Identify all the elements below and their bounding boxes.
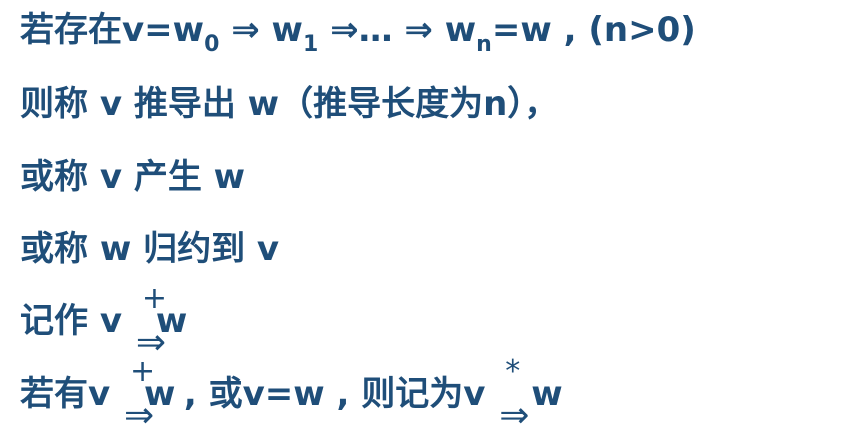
definition-line-plus-notation: 记作 v + ⇒ w	[20, 281, 188, 363]
text: w	[155, 301, 188, 341]
text: 记作 v	[20, 301, 134, 341]
text: , 或v=w , 则记为v	[172, 374, 498, 414]
text: ⇒… ⇒ w	[318, 10, 477, 50]
text: 若存在v=w	[20, 10, 205, 50]
text: 若有v	[20, 374, 122, 414]
definition-line-star-notation: 若有v + ⇒ w , 或v=w , 则记为v * ⇒ w	[20, 354, 563, 436]
subscript: 0	[204, 32, 220, 57]
star-symbol: *	[505, 354, 521, 389]
star-derivation-arrow: * ⇒ w	[497, 354, 562, 436]
text: ⇒ w	[219, 10, 303, 50]
text: =w , (n>0)	[491, 10, 696, 50]
plus-derivation-arrow: + ⇒ w	[122, 354, 176, 436]
definition-line-reduces: 或称 w 归约到 v	[20, 229, 280, 269]
implies-arrow-icon: ⇒	[499, 395, 530, 436]
plus-derivation-arrow: + ⇒ w	[134, 281, 188, 363]
subscript: n	[476, 32, 492, 57]
text: w	[144, 374, 176, 414]
definition-line-derives: 则称 v 推导出 w（推导长度为n），	[20, 84, 559, 124]
definition-line-produces: 或称 v 产生 w	[20, 157, 246, 197]
definition-line-derivation-chain: 若存在v=w0 ⇒ w1 ⇒… ⇒ wn=w , (n>0)	[20, 10, 696, 65]
subscript: 1	[302, 32, 319, 57]
text: w	[531, 374, 563, 414]
